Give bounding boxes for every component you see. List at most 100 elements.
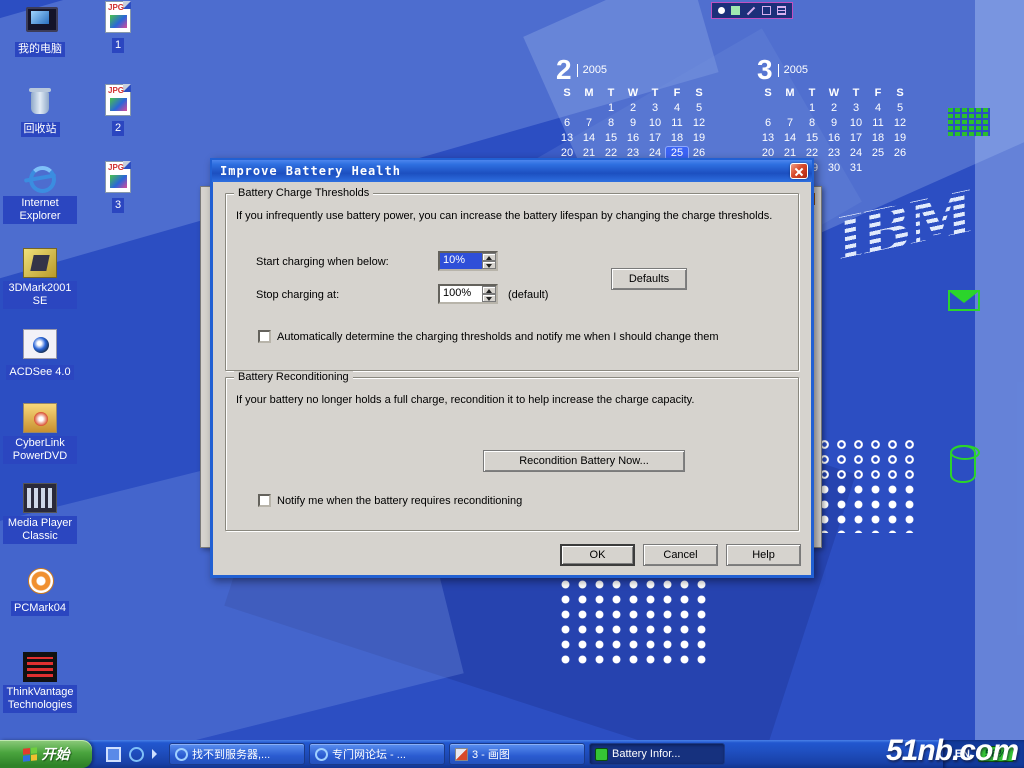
browser-icon [315, 748, 328, 761]
battery-reconditioning-group: Battery Reconditioning If your battery n… [225, 377, 799, 531]
start-button[interactable]: 开始 [0, 740, 92, 768]
cylinder-icon [950, 445, 976, 483]
group-legend: Battery Charge Thresholds [234, 187, 373, 199]
auto-determine-label: Automatically determine the charging thr… [277, 331, 718, 343]
browser-icon [175, 748, 188, 761]
speaker-icon[interactable] [731, 6, 740, 15]
desktop-icon-label: Internet Explorer [3, 196, 77, 224]
notify-reconditioning-checkbox[interactable] [258, 494, 271, 507]
ok-button[interactable]: OK [560, 544, 635, 566]
defaults-button[interactable]: Defaults [611, 268, 687, 290]
taskbar: 开始 找不到服务器,... 专门网论坛 - ... 3 - 画图 Battery… [0, 740, 1024, 768]
task-label: 专门网论坛 - ... [332, 746, 406, 762]
taskbar-task-battery-information[interactable]: Battery Infor... [589, 743, 725, 765]
file-label: 1 [112, 38, 124, 53]
file-label: 3 [112, 198, 124, 213]
desktop-icon-label: PCMark04 [11, 601, 69, 616]
stop-threshold-spinner[interactable]: 100% [438, 284, 498, 304]
thresholds-description: If you infrequently use battery power, y… [236, 210, 788, 222]
thinkvantage-icon [23, 652, 57, 682]
close-icon[interactable] [790, 163, 808, 179]
task-label: 找不到服务器,... [192, 746, 270, 762]
calendar-month: 3 [757, 56, 773, 84]
stop-threshold-value[interactable]: 100% [440, 286, 482, 302]
spinner-up-icon[interactable] [482, 253, 496, 261]
reconditioning-description: If your battery no longer holds a full c… [236, 394, 788, 406]
dots-pattern-bottom [557, 577, 710, 666]
desktop-icon-label: ACDSee 4.0 [6, 365, 73, 380]
calendar-february-2005: 2 2005 SMTWTFS 12345 6789101112 13141516… [556, 56, 710, 159]
envelope-icon [948, 290, 980, 311]
acdsee-icon [23, 329, 57, 359]
display-icon[interactable] [762, 6, 771, 15]
desktop-icon-label: ThinkVantage Technologies [3, 685, 77, 713]
start-charging-label: Start charging when below: [256, 256, 389, 268]
auto-determine-checkbox-row[interactable]: Automatically determine the charging thr… [258, 330, 718, 343]
spinner-down-icon[interactable] [482, 294, 496, 302]
notify-reconditioning-checkbox-row[interactable]: Notify me when the battery requires reco… [258, 494, 522, 507]
media-player-classic-icon [23, 483, 57, 513]
desktop-icon-powerdvd[interactable]: CyberLink PowerDVD [2, 403, 78, 464]
recycle-bin-icon [23, 86, 57, 116]
dialog-title: Improve Battery Health [220, 164, 790, 178]
start-threshold-value[interactable]: 10% [440, 253, 482, 269]
powerdvd-icon [23, 403, 57, 433]
chevron-right-icon[interactable] [152, 749, 157, 759]
desktop-icon-my-computer[interactable]: 我的电脑 [2, 6, 78, 57]
taskbar-task-browser-2[interactable]: 专门网论坛 - ... [309, 743, 445, 765]
dialog-titlebar[interactable]: Improve Battery Health [212, 160, 812, 182]
desktop-icon-pcmark04[interactable]: PCMark04 [2, 565, 78, 616]
desktop-icon-recycle-bin[interactable]: 回收站 [2, 86, 78, 137]
desktop-icon-label: 回收站 [21, 122, 60, 137]
calendar-month: 2 [556, 56, 572, 84]
taskbar-task-paint[interactable]: 3 - 画图 [449, 743, 585, 765]
default-note: (default) [508, 289, 548, 301]
3dmark-icon [23, 248, 57, 278]
battery-icon [595, 748, 608, 761]
pen-icon[interactable] [747, 6, 755, 14]
spinner-down-icon[interactable] [482, 261, 496, 269]
jpg-file-icon: JPG [105, 161, 131, 193]
spinner-up-icon[interactable] [482, 286, 496, 294]
floating-toolbar[interactable] [711, 2, 793, 19]
calendar-year: 2005 [778, 64, 808, 77]
desktop-icon-thinkvantage[interactable]: ThinkVantage Technologies [2, 652, 78, 713]
file-label: 2 [112, 121, 124, 136]
notes-icon[interactable] [777, 6, 786, 15]
help-button[interactable]: Help [726, 544, 801, 566]
desktop-icon-internet-explorer[interactable]: Internet Explorer [2, 163, 78, 224]
windows-logo-icon [23, 747, 37, 761]
pcmark-icon [23, 565, 57, 595]
jpg-file-icon: JPG [105, 84, 131, 116]
cancel-button[interactable]: Cancel [643, 544, 718, 566]
desktop-icon-acdsee[interactable]: ACDSee 4.0 [2, 329, 78, 380]
recondition-battery-button[interactable]: Recondition Battery Now... [483, 450, 685, 472]
desktop-file-3[interactable]: JPG 3 [88, 161, 148, 213]
start-threshold-spinner[interactable]: 10% [438, 251, 498, 271]
desktop-file-1[interactable]: JPG 1 [88, 1, 148, 53]
phone-icon[interactable] [718, 7, 725, 14]
desktop-icon-media-player-classic[interactable]: Media Player Classic [2, 483, 78, 544]
stop-charging-label: Stop charging at: [256, 289, 339, 301]
desktop-file-2[interactable]: JPG 2 [88, 84, 148, 136]
group-legend: Battery Reconditioning [234, 371, 353, 383]
internet-explorer-icon [23, 163, 57, 193]
show-desktop-icon[interactable] [106, 747, 121, 762]
improve-battery-health-dialog: Improve Battery Health Battery Charge Th… [210, 158, 814, 578]
calendar-march-2005: 3 2005 SMTWTFS 12345 6789101112 13141516… [757, 56, 911, 174]
desktop-icon-label: Media Player Classic [3, 516, 77, 544]
task-label: Battery Infor... [612, 748, 680, 760]
jpg-file-icon: JPG [105, 1, 131, 33]
battery-charge-thresholds-group: Battery Charge Thresholds If you infrequ… [225, 193, 799, 371]
desktop-icon-label: 我的电脑 [15, 42, 65, 57]
keyboard-grid-decoration [948, 108, 990, 136]
dots-pattern-right [816, 437, 918, 533]
internet-explorer-quicklaunch-icon[interactable] [129, 747, 144, 762]
auto-determine-checkbox[interactable] [258, 330, 271, 343]
task-label: 3 - 画图 [472, 746, 510, 762]
desktop: IBM 我的电脑 回收站 Internet Explorer 3DMark200… [0, 0, 1024, 768]
taskbar-task-browser-1[interactable]: 找不到服务器,... [169, 743, 305, 765]
quick-launch [92, 740, 167, 768]
desktop-icon-3dmark2001[interactable]: 3DMark2001 SE [2, 248, 78, 309]
watermark: 51nb.com [886, 734, 1018, 768]
